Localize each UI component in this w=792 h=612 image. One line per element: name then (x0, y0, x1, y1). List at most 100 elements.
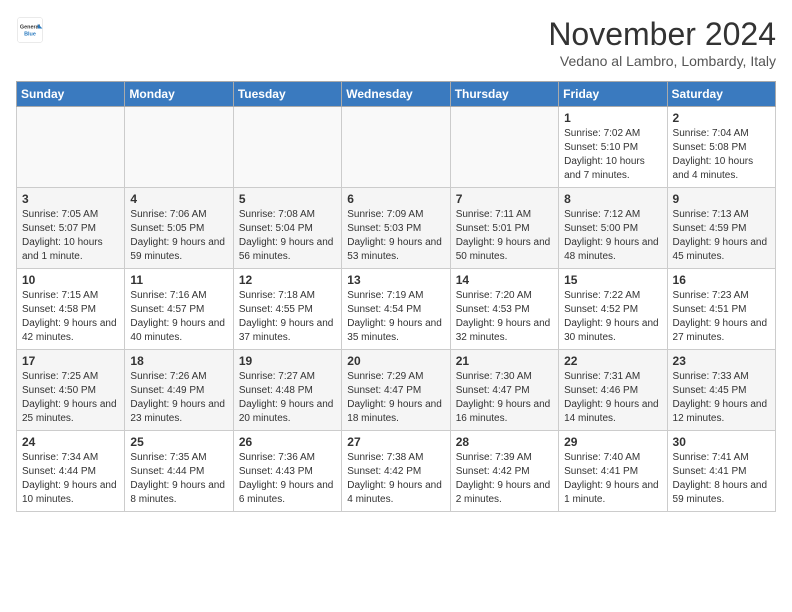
day-info: Sunrise: 7:15 AM Sunset: 4:58 PM Dayligh… (22, 289, 119, 345)
calendar-cell: 8 Sunrise: 7:12 AM Sunset: 5:00 PM Daylig… (559, 188, 667, 269)
day-info: Sunrise: 7:39 AM Sunset: 4:42 PM Dayligh… (456, 451, 553, 507)
calendar-cell: 19Sunrise: 7:27 AM Sunset: 4:48 PM Dayli… (233, 350, 341, 431)
day-info: Sunrise: 7:12 AM Sunset: 5:00 PM Dayligh… (564, 208, 661, 264)
calendar-cell: 9Sunrise: 7:13 AM Sunset: 4:59 PM Daylig… (667, 188, 775, 269)
calendar-cell: 10 Sunrise: 7:15 AM Sunset: 4:58 PM Dayli… (17, 269, 125, 350)
day-number: 13 (347, 273, 444, 287)
day-number: 27 (347, 435, 444, 449)
calendar-cell: 2Sunrise: 7:04 AM Sunset: 5:08 PM Daylig… (667, 107, 775, 188)
logo-icon: General Blue (16, 16, 44, 44)
day-info: Sunrise: 7:11 AM Sunset: 5:01 PM Dayligh… (456, 208, 553, 264)
calendar-week-row: 10 Sunrise: 7:15 AM Sunset: 4:58 PM Dayli… (17, 269, 776, 350)
calendar-cell: 6Sunrise: 7:09 AM Sunset: 5:03 PM Daylig… (342, 188, 450, 269)
day-number: 8 (564, 192, 661, 206)
day-number: 12 (239, 273, 336, 287)
calendar-cell: 24 Sunrise: 7:34 AM Sunset: 4:44 PM Dayli… (17, 431, 125, 512)
location-title: Vedano al Lambro, Lombardy, Italy (548, 53, 776, 69)
day-number: 20 (347, 354, 444, 368)
calendar-cell (233, 107, 341, 188)
day-info: Sunrise: 7:06 AM Sunset: 5:05 PM Dayligh… (130, 208, 227, 264)
calendar-cell: 3Sunrise: 7:05 AM Sunset: 5:07 PM Daylig… (17, 188, 125, 269)
day-number: 4 (130, 192, 227, 206)
calendar-cell: 29 Sunrise: 7:40 AM Sunset: 4:41 PM Dayli… (559, 431, 667, 512)
day-info: Sunrise: 7:31 AM Sunset: 4:46 PM Dayligh… (564, 370, 661, 426)
calendar-cell (342, 107, 450, 188)
day-info: Sunrise: 7:33 AM Sunset: 4:45 PM Dayligh… (673, 370, 770, 426)
day-info: Sunrise: 7:13 AM Sunset: 4:59 PM Dayligh… (673, 208, 770, 264)
calendar-cell: 11 Sunrise: 7:16 AM Sunset: 4:57 PM Dayli… (125, 269, 233, 350)
day-number: 19 (239, 354, 336, 368)
calendar-cell: 27 Sunrise: 7:38 AM Sunset: 4:42 PM Dayli… (342, 431, 450, 512)
day-header-sunday: Sunday (17, 82, 125, 107)
day-info: Sunrise: 7:34 AM Sunset: 4:44 PM Dayligh… (22, 451, 119, 507)
title-block: November 2024 Vedano al Lambro, Lombardy… (548, 16, 776, 69)
day-number: 7 (456, 192, 553, 206)
logo: General Blue (16, 16, 44, 44)
calendar-week-row: 3Sunrise: 7:05 AM Sunset: 5:07 PM Daylig… (17, 188, 776, 269)
calendar-cell: 28 Sunrise: 7:39 AM Sunset: 4:42 PM Dayli… (450, 431, 558, 512)
day-info: Sunrise: 7:19 AM Sunset: 4:54 PM Dayligh… (347, 289, 444, 345)
calendar-header-row: SundayMondayTuesdayWednesdayThursdayFrid… (17, 82, 776, 107)
day-number: 22 (564, 354, 661, 368)
day-info: Sunrise: 7:23 AM Sunset: 4:51 PM Dayligh… (673, 289, 770, 345)
day-number: 16 (673, 273, 770, 287)
day-number: 26 (239, 435, 336, 449)
calendar-cell: 25Sunrise: 7:35 AM Sunset: 4:44 PM Dayli… (125, 431, 233, 512)
day-number: 10 (22, 273, 119, 287)
day-number: 18 (130, 354, 227, 368)
calendar-cell: 4 Sunrise: 7:06 AM Sunset: 5:05 PM Daylig… (125, 188, 233, 269)
calendar-week-row: 1Sunrise: 7:02 AM Sunset: 5:10 PM Daylig… (17, 107, 776, 188)
calendar-cell: 16 Sunrise: 7:23 AM Sunset: 4:51 PM Dayli… (667, 269, 775, 350)
calendar-cell: 20 Sunrise: 7:29 AM Sunset: 4:47 PM Dayli… (342, 350, 450, 431)
calendar-cell: 23 Sunrise: 7:33 AM Sunset: 4:45 PM Dayli… (667, 350, 775, 431)
day-info: Sunrise: 7:09 AM Sunset: 5:03 PM Dayligh… (347, 208, 444, 264)
day-info: Sunrise: 7:38 AM Sunset: 4:42 PM Dayligh… (347, 451, 444, 507)
day-number: 5 (239, 192, 336, 206)
calendar-cell (17, 107, 125, 188)
calendar-cell (125, 107, 233, 188)
day-info: Sunrise: 7:08 AM Sunset: 5:04 PM Dayligh… (239, 208, 336, 264)
calendar-week-row: 17Sunrise: 7:25 AM Sunset: 4:50 PM Dayli… (17, 350, 776, 431)
calendar-table: SundayMondayTuesdayWednesdayThursdayFrid… (16, 81, 776, 512)
day-header-friday: Friday (559, 82, 667, 107)
day-info: Sunrise: 7:30 AM Sunset: 4:47 PM Dayligh… (456, 370, 553, 426)
day-number: 17 (22, 354, 119, 368)
day-info: Sunrise: 7:41 AM Sunset: 4:41 PM Dayligh… (673, 451, 770, 507)
day-info: Sunrise: 7:18 AM Sunset: 4:55 PM Dayligh… (239, 289, 336, 345)
svg-text:General: General (20, 24, 41, 30)
day-info: Sunrise: 7:20 AM Sunset: 4:53 PM Dayligh… (456, 289, 553, 345)
day-number: 15 (564, 273, 661, 287)
day-header-thursday: Thursday (450, 82, 558, 107)
day-header-monday: Monday (125, 82, 233, 107)
day-info: Sunrise: 7:35 AM Sunset: 4:44 PM Dayligh… (130, 451, 227, 507)
calendar-cell: 14 Sunrise: 7:20 AM Sunset: 4:53 PM Dayli… (450, 269, 558, 350)
day-number: 11 (130, 273, 227, 287)
day-info: Sunrise: 7:16 AM Sunset: 4:57 PM Dayligh… (130, 289, 227, 345)
month-title: November 2024 (548, 16, 776, 53)
calendar-cell: 26 Sunrise: 7:36 AM Sunset: 4:43 PM Dayli… (233, 431, 341, 512)
day-info: Sunrise: 7:29 AM Sunset: 4:47 PM Dayligh… (347, 370, 444, 426)
day-info: Sunrise: 7:02 AM Sunset: 5:10 PM Dayligh… (564, 127, 661, 183)
day-number: 28 (456, 435, 553, 449)
calendar-cell: 18 Sunrise: 7:26 AM Sunset: 4:49 PM Dayli… (125, 350, 233, 431)
calendar-cell: 1Sunrise: 7:02 AM Sunset: 5:10 PM Daylig… (559, 107, 667, 188)
calendar-cell: 22 Sunrise: 7:31 AM Sunset: 4:46 PM Dayli… (559, 350, 667, 431)
day-number: 3 (22, 192, 119, 206)
calendar-week-row: 24 Sunrise: 7:34 AM Sunset: 4:44 PM Dayli… (17, 431, 776, 512)
day-info: Sunrise: 7:26 AM Sunset: 4:49 PM Dayligh… (130, 370, 227, 426)
day-number: 14 (456, 273, 553, 287)
day-number: 23 (673, 354, 770, 368)
day-number: 2 (673, 111, 770, 125)
page-header: General Blue November 2024 Vedano al Lam… (16, 16, 776, 69)
calendar-cell: 7 Sunrise: 7:11 AM Sunset: 5:01 PM Daylig… (450, 188, 558, 269)
calendar-cell: 17Sunrise: 7:25 AM Sunset: 4:50 PM Dayli… (17, 350, 125, 431)
day-number: 29 (564, 435, 661, 449)
day-info: Sunrise: 7:22 AM Sunset: 4:52 PM Dayligh… (564, 289, 661, 345)
day-info: Sunrise: 7:40 AM Sunset: 4:41 PM Dayligh… (564, 451, 661, 507)
calendar-cell: 21Sunrise: 7:30 AM Sunset: 4:47 PM Dayli… (450, 350, 558, 431)
day-header-wednesday: Wednesday (342, 82, 450, 107)
calendar-cell: 30Sunrise: 7:41 AM Sunset: 4:41 PM Dayli… (667, 431, 775, 512)
day-info: Sunrise: 7:36 AM Sunset: 4:43 PM Dayligh… (239, 451, 336, 507)
day-header-tuesday: Tuesday (233, 82, 341, 107)
day-number: 24 (22, 435, 119, 449)
